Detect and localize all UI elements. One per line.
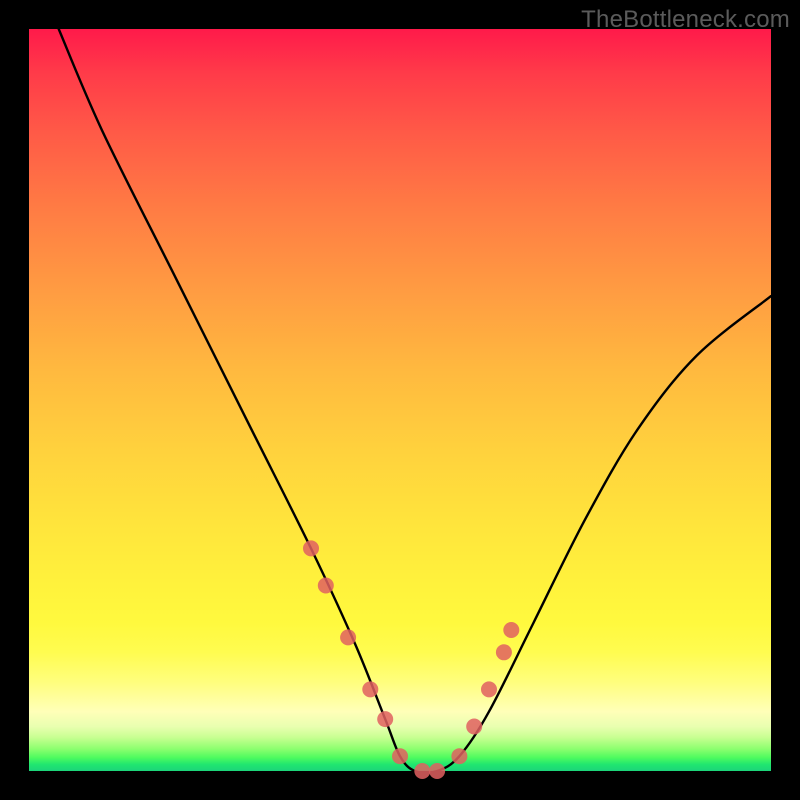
marker-dot	[362, 681, 378, 697]
marker-dot	[466, 719, 482, 735]
marker-dot	[377, 711, 393, 727]
marker-dot	[429, 763, 445, 779]
marker-dot	[451, 748, 467, 764]
marker-dot	[503, 622, 519, 638]
marker-dot	[481, 681, 497, 697]
watermark-text: TheBottleneck.com	[581, 6, 790, 34]
marker-dot	[318, 578, 334, 594]
marker-dot	[414, 763, 430, 779]
chart-frame: TheBottleneck.com	[0, 0, 800, 800]
marker-dot	[496, 644, 512, 660]
highlight-markers	[303, 540, 519, 779]
bottleneck-curve	[59, 29, 771, 773]
chart-svg	[29, 29, 771, 771]
marker-dot	[303, 540, 319, 556]
marker-dot	[340, 629, 356, 645]
marker-dot	[392, 748, 408, 764]
plot-area	[29, 29, 771, 771]
